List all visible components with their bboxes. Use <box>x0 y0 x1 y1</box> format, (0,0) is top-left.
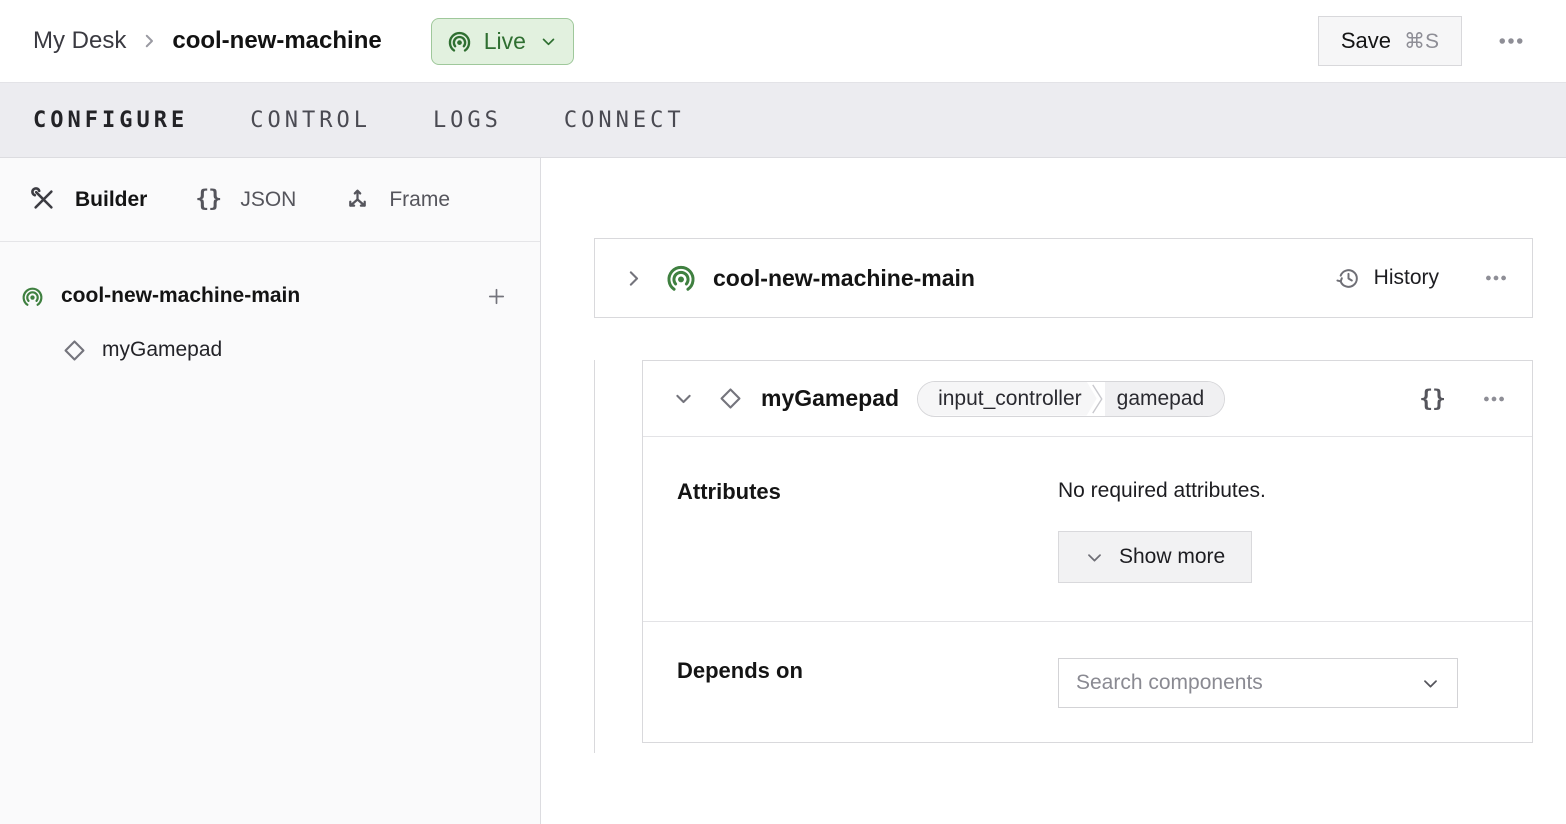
broadcast-icon <box>664 261 698 295</box>
main-tab-bar: CONFIGURE CONTROL LOGS CONNECT <box>0 82 1566 158</box>
frame-axes-icon <box>344 186 371 213</box>
component-model: gamepad <box>1105 382 1225 416</box>
attributes-empty-text: No required attributes. <box>1058 479 1532 503</box>
component-tree: cool-new-machine-main myGamepad <box>0 242 540 373</box>
mode-json-label: JSON <box>240 188 296 212</box>
tree-item-mygamepad-label: myGamepad <box>102 338 222 362</box>
tree-machine-part-label: cool-new-machine-main <box>61 284 300 308</box>
collapse-chevron-down-icon[interactable] <box>673 388 694 409</box>
braces-icon: {} <box>195 186 222 213</box>
workspace: Builder {} JSON Frame <box>0 158 1566 824</box>
tab-logs[interactable]: LOGS <box>433 108 502 133</box>
chevron-down-icon <box>1085 548 1104 567</box>
history-button-label: History <box>1374 266 1439 290</box>
component-indent-group: myGamepad input_controller gamepad {} <box>594 360 1533 753</box>
component-type-pill: input_controller gamepad <box>917 381 1225 417</box>
save-button[interactable]: Save ⌘S <box>1318 16 1462 66</box>
tree-item-mygamepad[interactable]: myGamepad <box>0 327 540 373</box>
machine-part-title: cool-new-machine-main <box>713 265 975 292</box>
header-overflow-menu-icon[interactable] <box>1496 26 1526 56</box>
tab-connect[interactable]: CONNECT <box>564 108 685 133</box>
expand-chevron-right-icon[interactable] <box>623 268 644 289</box>
attributes-section: Attributes No required attributes. Show … <box>643 437 1532 621</box>
sidebar-mode-tabs: Builder {} JSON Frame <box>0 158 540 242</box>
component-card-header: myGamepad input_controller gamepad {} <box>643 361 1532 437</box>
chevron-down-icon <box>1421 674 1440 693</box>
live-status-dropdown[interactable]: Live <box>431 18 574 65</box>
component-card-menu-icon[interactable] <box>1481 384 1507 414</box>
component-diamond-icon <box>62 338 87 363</box>
show-more-button[interactable]: Show more <box>1058 531 1252 583</box>
live-status-label: Live <box>484 28 526 55</box>
attributes-label: Attributes <box>677 479 1058 583</box>
mode-json[interactable]: {} JSON <box>195 186 296 213</box>
tab-configure[interactable]: CONFIGURE <box>33 108 188 133</box>
save-shortcut-hint: ⌘S <box>1404 29 1439 54</box>
save-button-label: Save <box>1341 28 1391 54</box>
component-card-mygamepad: myGamepad input_controller gamepad {} <box>642 360 1533 743</box>
add-component-icon[interactable] <box>485 285 508 308</box>
broadcast-icon <box>446 28 473 55</box>
broadcast-icon <box>20 284 45 309</box>
mode-builder-label: Builder <box>75 188 147 212</box>
mode-frame[interactable]: Frame <box>344 186 450 213</box>
tree-machine-part[interactable]: cool-new-machine-main <box>0 270 540 322</box>
machine-card-menu-icon[interactable] <box>1483 263 1509 293</box>
chevron-right-icon <box>140 32 158 50</box>
history-button[interactable]: History <box>1336 266 1439 291</box>
component-name: myGamepad <box>761 385 899 412</box>
component-diamond-icon <box>718 386 743 411</box>
config-canvas: cool-new-machine-main History <box>541 158 1566 824</box>
depends-on-section: Depends on Search components <box>643 622 1532 742</box>
tools-icon <box>30 186 57 213</box>
depends-on-placeholder: Search components <box>1076 671 1263 695</box>
tab-control[interactable]: CONTROL <box>250 108 371 133</box>
depends-on-label: Depends on <box>677 658 1058 708</box>
mode-builder[interactable]: Builder <box>30 186 147 213</box>
breadcrumb-root[interactable]: My Desk <box>33 27 126 55</box>
view-json-icon[interactable]: {} <box>1419 386 1445 412</box>
depends-on-select[interactable]: Search components <box>1058 658 1458 708</box>
mode-frame-label: Frame <box>389 188 450 212</box>
history-clock-icon <box>1336 266 1361 291</box>
top-header: My Desk cool-new-machine Live Save ⌘S <box>0 0 1566 82</box>
breadcrumb-current: cool-new-machine <box>172 27 381 55</box>
config-sidebar: Builder {} JSON Frame <box>0 158 541 824</box>
show-more-label: Show more <box>1119 545 1225 569</box>
component-api-type: input_controller <box>918 382 1097 416</box>
chevron-down-icon <box>540 33 557 50</box>
machine-part-card: cool-new-machine-main History <box>594 238 1533 318</box>
